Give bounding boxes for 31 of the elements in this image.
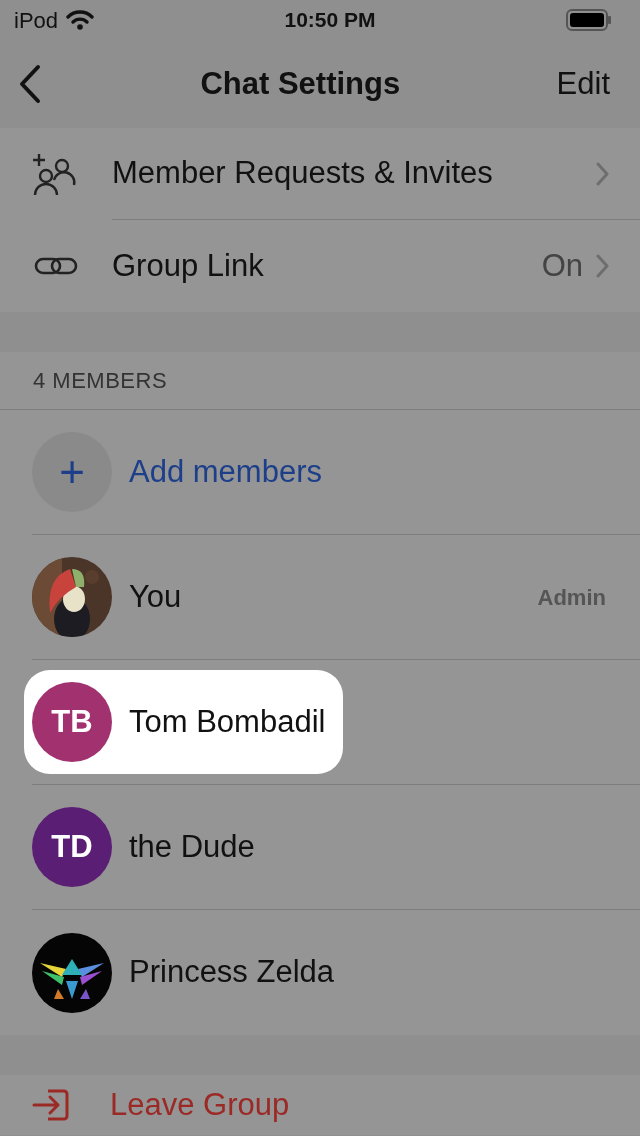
avatar: TD	[32, 807, 112, 887]
status-time: 10:50 PM	[284, 7, 376, 34]
wifi-icon	[66, 10, 95, 30]
link-icon	[34, 255, 78, 277]
row-label: Member Requests & Invites	[112, 154, 494, 193]
battery-icon	[566, 9, 612, 31]
member-item[interactable]: You	[24, 545, 200, 649]
member-name: Princess Zelda	[129, 953, 335, 992]
row-value: On	[541, 246, 583, 285]
member-item[interactable]: Princess Zelda	[24, 920, 353, 1025]
member-item[interactable]: TB Tom Bombadil	[24, 670, 344, 774]
role-label: Admin	[537, 583, 606, 612]
chevron-right-icon	[595, 160, 610, 187]
edit-button[interactable]: Edit	[556, 60, 610, 108]
exit-icon	[32, 1087, 70, 1123]
add-members-row[interactable]: + Add members	[0, 410, 640, 535]
avatar: TB	[32, 682, 112, 762]
carrier-name: iPod	[14, 6, 59, 35]
add-members-label: Add members	[129, 452, 322, 491]
member-item[interactable]: TD the Dude	[24, 795, 273, 899]
settings-row[interactable]: Group Link On	[0, 220, 640, 312]
member-name: You	[129, 577, 182, 616]
plus-icon: +	[32, 432, 112, 512]
leave-group-label: Leave Group	[110, 1085, 290, 1124]
row-label: Group Link	[112, 246, 265, 285]
member-name: the Dude	[129, 827, 255, 866]
screen-title: Chat Settings	[200, 64, 401, 103]
member-name: Tom Bombadil	[129, 702, 326, 741]
section-header: 4 MEMBERS	[33, 367, 168, 395]
chevron-right-icon	[595, 253, 610, 279]
settings-row[interactable]: Member Requests & Invites	[0, 128, 640, 220]
